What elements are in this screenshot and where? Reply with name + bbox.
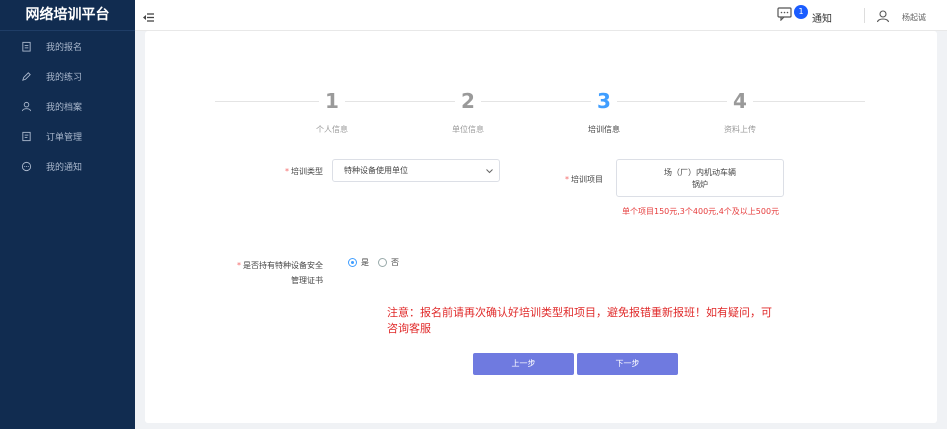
step-number: 2 — [455, 88, 481, 114]
sidebar-item-my-registration[interactable]: 我的报名 — [0, 31, 135, 61]
training-type-value: 特种设备使用单位 — [344, 166, 408, 175]
step-number: 3 — [591, 88, 617, 114]
header-divider — [864, 8, 865, 23]
pencil-icon — [20, 70, 32, 82]
notification-button[interactable]: 1 通知 — [777, 5, 832, 25]
certificate-radio-group: 是 否 — [348, 257, 408, 268]
project-item: 场（厂）内机动车辆 — [664, 168, 736, 177]
document-icon — [20, 130, 32, 142]
sidebar-item-my-practice[interactable]: 我的练习 — [0, 61, 135, 91]
chat-icon — [20, 160, 32, 172]
menu-collapse-icon[interactable] — [142, 9, 155, 22]
app-title: 网络培训平台 — [0, 0, 135, 31]
radio-yes[interactable]: 是 — [348, 257, 369, 268]
certificate-question-label: * 是否持有特种设备安全 管理证书 — [237, 261, 323, 285]
step-4: 4 资料上传 — [700, 88, 780, 135]
sidebar-item-label: 订单管理 — [46, 132, 83, 143]
radio-no[interactable]: 否 — [378, 257, 399, 268]
sidebar: 网络培训平台 我的报名 我的练习 我的档案 订单管理 我的通知 — [0, 0, 135, 429]
notification-badge: 1 — [794, 5, 808, 19]
radio-yes-circle[interactable] — [348, 258, 357, 267]
sidebar-item-my-notifications[interactable]: 我的通知 — [0, 151, 135, 181]
step-number: 4 — [727, 88, 753, 114]
notification-label: 通知 — [812, 14, 832, 25]
step-label: 单位信息 — [452, 125, 484, 134]
step-3: 3 培训信息 — [564, 88, 644, 135]
step-2: 2 单位信息 — [428, 88, 508, 135]
clipboard-icon — [20, 40, 32, 52]
step-label: 个人信息 — [316, 125, 348, 134]
sidebar-item-label: 我的练习 — [46, 72, 83, 83]
sidebar-item-label: 我的报名 — [46, 42, 83, 53]
chat-bubble-icon — [777, 6, 792, 25]
sidebar-item-order-management[interactable]: 订单管理 — [0, 121, 135, 151]
training-project-select[interactable]: 场（厂）内机动车辆 锅炉 — [616, 159, 784, 197]
user-outline-icon — [20, 100, 32, 112]
sidebar-item-label: 我的通知 — [46, 162, 83, 173]
step-label: 培训信息 — [588, 125, 620, 134]
step-number: 1 — [319, 88, 345, 114]
step-label: 资料上传 — [724, 125, 756, 134]
project-item: 锅炉 — [692, 180, 708, 189]
username: 杨起诚 — [902, 13, 926, 22]
sidebar-item-my-profile[interactable]: 我的档案 — [0, 91, 135, 121]
step-indicator: 1 个人信息 2 单位信息 3 培训信息 4 资料上传 — [215, 88, 865, 138]
training-type-select[interactable]: 特种设备使用单位 — [332, 159, 500, 182]
prev-step-button[interactable]: 上一步 — [473, 353, 574, 375]
sidebar-item-label: 我的档案 — [46, 102, 83, 113]
next-step-button[interactable]: 下一步 — [577, 353, 678, 375]
price-note: 单个项目150元,3个400元,4个及以上500元 — [622, 207, 780, 216]
step-1: 1 个人信息 — [292, 88, 372, 135]
radio-yes-label: 是 — [361, 258, 369, 267]
radio-no-label: 否 — [391, 258, 399, 267]
chevron-down-icon — [486, 169, 493, 174]
avatar-icon — [876, 8, 890, 27]
radio-no-circle[interactable] — [378, 258, 387, 267]
training-type-label: * 培训类型 — [285, 167, 323, 176]
notice-text: 注意：报名前请再次确认好培训类型和项目，避免报错重新报班！如有疑问，可咨询客服 — [387, 306, 772, 335]
top-bar: 1 通知 杨起诚 — [135, 0, 947, 31]
user-menu[interactable]: 杨起诚 — [876, 8, 926, 27]
training-project-label: * 培训项目 — [565, 175, 603, 184]
